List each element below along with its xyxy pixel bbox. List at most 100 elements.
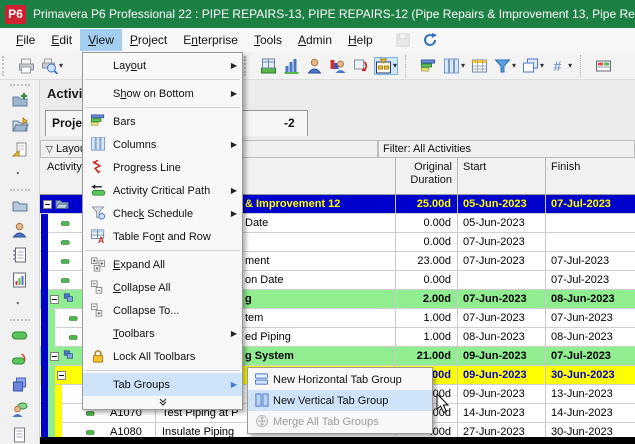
menu-item-label: Progress Line (113, 161, 181, 174)
menubar-item-file[interactable]: File (8, 29, 43, 51)
view-menu-item-toolbars[interactable]: Toolbars ▶ (83, 322, 242, 345)
view-menu-item-expand-all[interactable]: Expand All (83, 253, 242, 276)
group-band-strip (41, 404, 48, 423)
view-menu-item-check-schedule[interactable]: Check Schedule ▶ (83, 202, 242, 225)
resource-table-button[interactable] (260, 58, 277, 74)
submenu-item-new-vertical-tab-group[interactable]: New Vertical Tab Group (248, 390, 432, 411)
menubar-item-help[interactable]: Help (340, 29, 381, 51)
copy-button[interactable] (10, 377, 30, 396)
svg-text:A: A (98, 235, 104, 244)
 (86, 377, 110, 393)
header-finish[interactable]: Finish (551, 161, 580, 173)
submenu-arrow-icon: ▶ (230, 140, 237, 149)
view-menu-item-layout[interactable]: Layout ▶ (83, 54, 242, 77)
collapse-minus-icon[interactable] (43, 200, 52, 209)
view-menu-item-tab-groups[interactable]: Tab Groups ▶ (83, 373, 242, 396)
spreadsheet-button[interactable] (471, 58, 488, 74)
reports-button[interactable] (10, 272, 30, 291)
menubar-item-admin[interactable]: Admin (290, 29, 340, 51)
menu-bar: File Edit View Project Enterprise Tools Admin H… (0, 28, 635, 52)
submenu-arrow-icon: ▶ (230, 329, 237, 338)
filter-bar[interactable]: Filter: All Activities (378, 140, 635, 158)
view-menu-item-collapse-all[interactable]: Collapse All (83, 276, 242, 299)
feedback-button[interactable] (10, 402, 30, 421)
hash-button[interactable]: # ▾ (550, 58, 573, 74)
menubar-item-view[interactable]: View (80, 29, 122, 51)
menubar-item-tools[interactable]: Tools (246, 29, 290, 51)
collapse-minus-icon[interactable] (50, 352, 59, 361)
group-band-strip (48, 385, 55, 404)
dropdown-caret-icon[interactable]: ▾ (540, 61, 544, 70)
finish-date-cell: 14-Jun-2023 (551, 407, 613, 419)
finish-date-cell: 07-Jul-2023 (551, 274, 610, 286)
dropdown-caret-icon[interactable]: ▾ (393, 61, 397, 70)
menu-item-label: Show on Bottom (113, 87, 194, 100)
gantt-chart-button[interactable]: ▾ (373, 56, 399, 75)
columns-toolbar-button[interactable]: ▾ (443, 58, 465, 74)
notebook-button[interactable] (10, 247, 30, 266)
projects-button[interactable] (10, 197, 30, 216)
group-band-strip (48, 328, 55, 347)
project-folder-icon (54, 198, 70, 210)
add-project-button[interactable] (10, 92, 30, 111)
menubar-item-project[interactable]: Project (122, 29, 175, 51)
relationships-button[interactable] (10, 352, 30, 371)
start-date-cell: 07-Jun-2023 (463, 236, 525, 248)
print-preview-button[interactable]: ▾ (41, 58, 63, 74)
gantt-chart-icon (375, 58, 392, 74)
layout-bars-button[interactable] (420, 58, 437, 74)
menubar-item-edit[interactable]: Edit (43, 29, 80, 51)
dropdown-caret-icon[interactable]: ▾ (461, 61, 465, 70)
menubar-item-enterprise[interactable]: Enterprise (175, 29, 246, 51)
submenu-item-new-horizontal-tab-group[interactable]: New Horizontal Tab Group (248, 369, 432, 390)
resources-button[interactable] (306, 58, 323, 74)
details-table-button[interactable] (595, 58, 612, 74)
import-button[interactable] (10, 142, 30, 161)
toolbar-drag-handle[interactable] (244, 55, 251, 76)
resources-person-button[interactable] (10, 222, 30, 241)
print-button[interactable] (18, 58, 35, 74)
reorganize-button[interactable] (352, 58, 369, 74)
projects-icon (10, 197, 30, 213)
view-menu-item-lock-all-toolbars[interactable]: Lock All Toolbars (83, 345, 242, 368)
view-menu-item-table-font-and-row[interactable]: A Table Font and Row (83, 225, 242, 248)
activity-name-cell: ed Piping (245, 331, 291, 343)
dropdown-caret-icon[interactable]: ▾ (512, 61, 516, 70)
collapse-arrow-button[interactable] (10, 167, 30, 183)
toolbar-drag-handle[interactable] (2, 55, 9, 76)
filter-button[interactable]: ▾ (494, 58, 516, 74)
view-menu-item-bars[interactable]: Bars (83, 110, 242, 133)
collapse-minus-icon[interactable] (50, 295, 59, 304)
collapse-arrow-button[interactable] (10, 297, 30, 313)
toolbar-drag-handle[interactable] (9, 84, 30, 86)
submenu-item-label: Merge All Tab Groups (273, 415, 379, 428)
activity-bar-icon (57, 238, 73, 250)
resources-person-icon (10, 222, 30, 238)
menu-item-label: Tab Groups (113, 378, 170, 391)
resource-usage-button[interactable] (329, 58, 346, 74)
menu-item-label: Table Font and Row (113, 230, 211, 243)
header-activity[interactable]: Activity (47, 161, 82, 173)
svg-text:#: # (554, 58, 562, 74)
collapse-arrow-icon (10, 167, 30, 183)
view-menu-item-collapse-to[interactable]: Collapse To... (83, 299, 242, 322)
view-menu-item-activity-critical-path[interactable]: Activity Critical Path ▶ (83, 179, 242, 202)
view-menu-item-show-on-bottom[interactable]: Show on Bottom ▶ (83, 82, 242, 105)
wbs-icon (61, 350, 77, 362)
menu-more-chevron-icon[interactable] (83, 396, 242, 408)
dropdown-caret-icon[interactable]: ▾ (59, 61, 63, 70)
collapse-minus-icon[interactable] (57, 371, 66, 380)
view-menu-item-columns[interactable]: Columns ▶ (83, 133, 242, 156)
refresh-icon[interactable] (422, 32, 439, 48)
documents-button[interactable] (10, 427, 30, 444)
dropdown-caret-icon[interactable]: ▾ (568, 61, 572, 70)
header-original-duration[interactable]: Original Duration (397, 161, 452, 187)
open-project-button[interactable] (10, 117, 30, 136)
histogram-button[interactable] (283, 58, 300, 74)
tab-group-button[interactable]: ▾ (522, 58, 544, 74)
open-project-icon (10, 117, 30, 133)
view-menu-item-progress-line[interactable]: Progress Line (83, 156, 242, 179)
header-start[interactable]: Start (463, 161, 486, 173)
activities-button[interactable] (10, 327, 30, 346)
save-icon[interactable] (395, 32, 412, 48)
